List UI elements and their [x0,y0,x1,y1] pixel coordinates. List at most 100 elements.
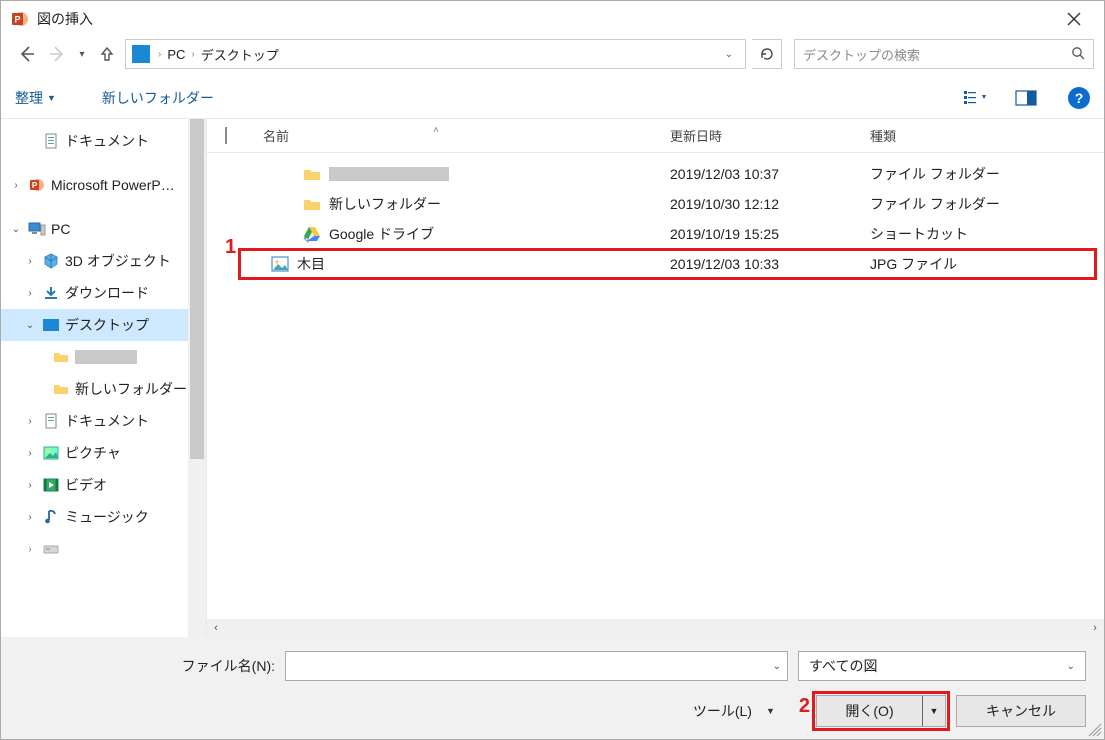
tree-item-videos[interactable]: › ビデオ [1,469,206,501]
tree-item-desktop[interactable]: ⌄ デスクトップ [1,309,206,341]
tree-label: ミュージック [65,507,149,527]
horizontal-scrollbar[interactable]: ‹ › [207,619,1104,637]
expand-icon[interactable]: › [9,180,23,191]
file-name: 新しいフォルダー [329,194,441,214]
breadcrumb-dropdown[interactable]: ⌄ [717,49,741,60]
column-date[interactable]: 更新日時 [670,126,870,145]
tree-item-powerpoint[interactable]: › P Microsoft PowerP… [1,169,206,201]
folder-icon [303,165,321,183]
insert-picture-dialog: P 図の挿入 ▾ › PC › デスクトップ ⌄ デス [0,0,1105,740]
open-button[interactable]: 開く(O) ▼ [816,695,946,727]
scroll-right-icon[interactable]: › [1086,622,1104,634]
breadcrumb-desktop[interactable]: デスクトップ [197,45,283,64]
dialog-footer: ファイル名(N): ⌄ すべての図 ⌄ ツール(L) ▼ 2 開く(O) ▼ キ… [1,637,1104,739]
chevron-right-icon[interactable]: › [156,49,163,60]
organize-button[interactable]: 整理 ▼ [15,88,56,108]
expand-icon[interactable]: › [23,512,37,523]
refresh-button[interactable] [752,39,782,69]
chevron-down-icon: ▼ [47,93,56,103]
3d-objects-icon [41,252,61,270]
breadcrumb[interactable]: › PC › デスクトップ ⌄ [125,39,746,69]
chevron-right-icon[interactable]: › [189,49,196,60]
view-mode-button[interactable] [960,85,992,111]
new-folder-button[interactable]: 新しいフォルダー [102,88,214,108]
tree-label: 新しいフォルダー [75,379,187,399]
filename-input[interactable]: ⌄ [285,651,788,681]
toolbar: 整理 ▼ 新しいフォルダー ? [1,77,1104,119]
preview-pane-button[interactable] [1010,85,1042,111]
filename-dropdown-icon[interactable]: ⌄ [773,661,781,672]
sort-indicator-icon: ˄ [433,125,439,136]
folder-icon [303,195,321,213]
file-list: 名前 ˄ 更新日時 種類 1 2019/12/03 10:37 ファイル フォル… [207,119,1104,637]
collapse-icon[interactable]: ⌄ [9,224,23,235]
document-icon [41,132,61,150]
tree-item-downloads[interactable]: › ダウンロード [1,277,206,309]
tree-label: 3D オブジェクト [65,251,171,271]
file-row[interactable]: 2019/12/03 10:37 ファイル フォルダー [207,159,1104,189]
tree-item-music[interactable]: › ミュージック [1,501,206,533]
file-date: 2019/10/19 15:25 [670,226,870,242]
help-button[interactable]: ? [1068,87,1090,109]
file-date: 2019/10/30 12:12 [670,196,870,212]
tree-label: デスクトップ [65,315,149,335]
annotation-2: 2 [799,695,810,718]
tree-label: PC [51,221,70,237]
dialog-title: 図の挿入 [37,9,1054,29]
file-type: ファイル フォルダー [870,194,1104,214]
up-button[interactable] [95,42,119,66]
tree-item-pc[interactable]: ⌄ PC [1,213,206,245]
breadcrumb-pc[interactable]: PC [163,47,189,62]
scrollbar-thumb[interactable] [190,119,204,459]
collapse-icon[interactable]: ⌄ [23,320,37,331]
expand-icon[interactable]: › [23,288,37,299]
tree-item-new-folder[interactable]: 新しいフォルダー [1,373,206,405]
drive-icon [41,540,61,558]
redacted-filename [329,167,449,181]
column-name[interactable]: 名前 ˄ [257,126,670,145]
tree-item-3d-objects[interactable]: › 3D オブジェクト [1,245,206,277]
annotation-1: 1 [225,236,236,259]
expand-icon[interactable]: › [23,544,37,555]
tree-scrollbar[interactable] [188,119,206,637]
titlebar: P 図の挿入 [1,1,1104,37]
chevron-down-icon[interactable]: ▼ [766,706,775,716]
tree-item-documents[interactable]: ドキュメント [1,125,206,157]
expand-icon[interactable]: › [23,256,37,267]
document-icon [41,412,61,430]
search-input[interactable]: デスクトップの検索 [794,39,1094,69]
file-row-highlighted[interactable]: 木目 2019/12/03 10:33 JPG ファイル [239,249,1096,279]
music-icon [41,508,61,526]
column-headers: 名前 ˄ 更新日時 種類 [207,119,1104,153]
file-row[interactable]: Google ドライブ 2019/10/19 15:25 ショートカット [207,219,1104,249]
file-row[interactable]: 新しいフォルダー 2019/10/30 12:12 ファイル フォルダー [207,189,1104,219]
close-button[interactable] [1054,4,1094,34]
tree-item-documents2[interactable]: › ドキュメント [1,405,206,437]
expand-icon[interactable]: › [23,480,37,491]
new-folder-label: 新しいフォルダー [102,88,214,108]
open-dropdown-icon[interactable]: ▼ [923,706,945,716]
file-name: Google ドライブ [329,224,434,244]
back-button[interactable] [15,42,39,66]
image-file-icon [271,255,289,273]
tree-label: ドキュメント [65,131,149,151]
column-type[interactable]: 種類 [870,126,1104,145]
scroll-left-icon[interactable]: ‹ [207,622,225,634]
tree-label: ビデオ [65,475,107,495]
filetype-select[interactable]: すべての図 ⌄ [798,651,1086,681]
recent-locations-button[interactable]: ▾ [75,42,89,66]
expand-icon[interactable]: › [23,448,37,459]
resize-grip-icon[interactable] [1088,723,1102,737]
open-label: 開く(O) [817,696,923,726]
cancel-button[interactable]: キャンセル [956,695,1086,727]
tree-item-truncated[interactable]: › [1,533,206,565]
select-all-checkbox[interactable] [207,128,257,143]
expand-icon[interactable]: › [23,416,37,427]
tree-item-redacted-folder[interactable] [1,341,206,373]
forward-button[interactable] [45,42,69,66]
downloads-icon [41,284,61,302]
file-date: 2019/12/03 10:33 [670,256,870,272]
file-type: JPG ファイル [870,254,1096,274]
tools-button[interactable]: ツール(L) [693,701,752,721]
tree-item-pictures[interactable]: › ピクチャ [1,437,206,469]
